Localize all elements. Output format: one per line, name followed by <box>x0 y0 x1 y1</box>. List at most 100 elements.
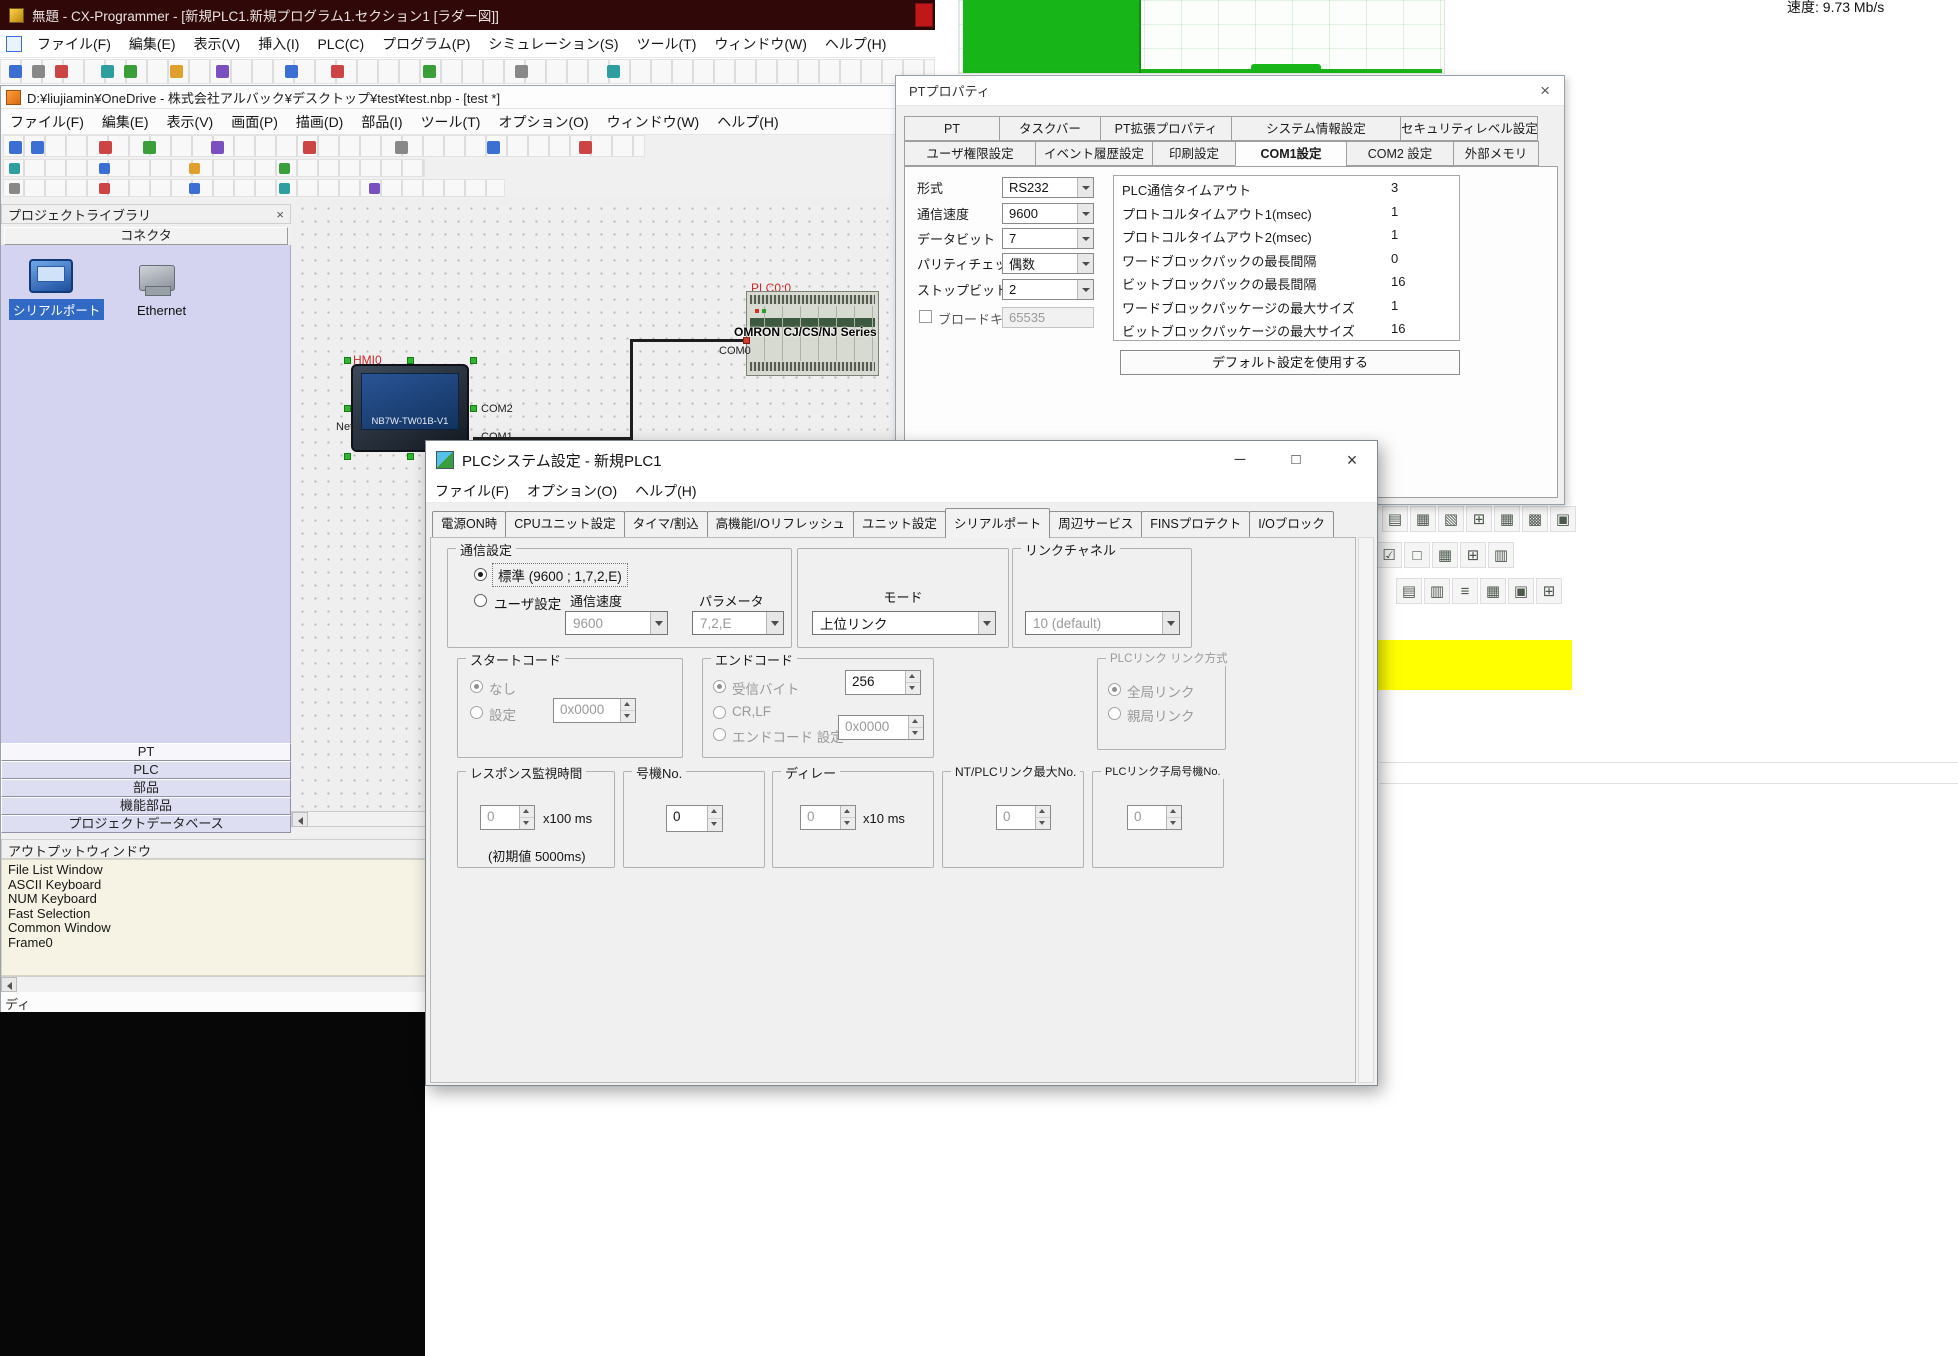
cx-programmer-titlebar[interactable]: 無題 - CX-Programmer - [新規PLC1.新規プログラム1.セク… <box>0 0 935 30</box>
tab-peripheral-service[interactable]: 周辺サービス <box>1049 511 1142 537</box>
close-icon[interactable]: × <box>1330 441 1374 479</box>
cx-menu-item[interactable]: 編集(E) <box>120 34 185 54</box>
toolbar-icon[interactable] <box>395 141 408 154</box>
output-line[interactable]: Frame0 <box>8 936 419 951</box>
nb-menu-item[interactable]: 画面(P) <box>222 112 287 132</box>
toolbar-icon[interactable] <box>216 65 229 78</box>
received-bytes-radio[interactable] <box>713 680 726 693</box>
all-node-link-radio[interactable] <box>1108 683 1121 696</box>
format-dropdown[interactable]: 7,2,E <box>692 611 784 635</box>
chevron-down-icon[interactable] <box>978 612 995 634</box>
nb-toolbar-row1[interactable] <box>3 135 645 157</box>
nb-menu-item[interactable]: オプション(O) <box>489 112 597 132</box>
toolbar-icon[interactable] <box>369 183 380 194</box>
toolbar-icon[interactable] <box>331 65 344 78</box>
end-code-set-radio[interactable] <box>713 728 726 741</box>
toolbar-icon[interactable] <box>607 65 620 78</box>
tab-print[interactable]: 印刷設定 <box>1152 141 1236 166</box>
spin-up-icon[interactable] <box>1167 806 1181 818</box>
nb-menu-item[interactable]: 部品(I) <box>352 112 411 132</box>
spin-down-icon[interactable] <box>906 683 920 694</box>
mode-dropdown[interactable]: 上位リンク <box>812 611 996 635</box>
minimize-icon[interactable]: ─ <box>1218 441 1262 479</box>
cx-menu-item[interactable]: プログラム(P) <box>373 34 479 54</box>
spin-up-icon[interactable] <box>520 806 534 818</box>
toolbar-icon[interactable] <box>55 65 68 78</box>
toolbar-icon[interactable]: ▦ <box>1410 506 1436 532</box>
start-code-set-radio[interactable] <box>470 706 483 719</box>
cx-menu-item[interactable]: ファイル(F) <box>28 34 120 54</box>
toolbar-icon[interactable]: □ <box>1404 542 1430 568</box>
chevron-down-icon[interactable] <box>1077 280 1093 299</box>
cx-toolbar[interactable] <box>0 59 935 84</box>
link-channel-dropdown[interactable]: 10 (default) <box>1025 611 1180 635</box>
nb-menu-item[interactable]: 表示(V) <box>158 112 223 132</box>
toolbar-icon[interactable] <box>515 65 528 78</box>
toolbar-icon[interactable]: ▩ <box>1522 506 1548 532</box>
chevron-down-icon[interactable] <box>1077 229 1093 248</box>
toolbar-icon[interactable] <box>170 65 183 78</box>
hmi-device[interactable]: NB7W-TW01B-V1 <box>351 364 469 452</box>
standard-radio[interactable] <box>474 568 487 581</box>
selection-handle[interactable] <box>407 453 414 460</box>
pt-titlebar[interactable]: PTプロパティ × <box>896 76 1564 106</box>
cx-menu-item[interactable]: PLC(C) <box>308 36 373 52</box>
tab-pt-extended[interactable]: PT拡張プロパティ <box>1100 116 1232 141</box>
console-window[interactable] <box>0 1012 425 1356</box>
toolbar-icon[interactable]: ☑ <box>1376 542 1402 568</box>
close-icon[interactable]: × <box>276 207 284 222</box>
start-code-spinner[interactable]: 0x0000 <box>553 698 636 723</box>
cx-menu-item[interactable]: ウィンドウ(W) <box>705 34 816 54</box>
project-library-header[interactable]: プロジェクトライブラリ × <box>1 204 291 224</box>
output-line[interactable]: ASCII Keyboard <box>8 878 419 893</box>
toolbar-icon[interactable]: ⊞ <box>1536 578 1562 604</box>
dialog-vertical-scrollbar[interactable] <box>1358 537 1374 1083</box>
toolbar-icon[interactable]: ▦ <box>1480 578 1506 604</box>
use-default-settings-button[interactable]: デフォルト設定を使用する <box>1120 350 1460 375</box>
toolbar-icon[interactable]: ▦ <box>1494 506 1520 532</box>
start-code-none-radio[interactable] <box>470 680 483 693</box>
tab-cpu-unit[interactable]: CPUユニット設定 <box>505 511 624 537</box>
connection-wire[interactable] <box>630 339 749 342</box>
field-dropdown[interactable]: RS232 <box>1002 177 1094 198</box>
spin-down-icon[interactable] <box>909 728 923 739</box>
library-panel-tab[interactable]: PT <box>1 743 291 761</box>
parameter-row[interactable]: ワードブロックパッケージの最大サイズ 1 <box>1114 294 1459 318</box>
output-line[interactable]: NUM Keyboard <box>8 892 419 907</box>
baud-rate-dropdown[interactable]: 9600 <box>565 611 668 635</box>
selection-handle[interactable] <box>344 453 351 460</box>
output-line[interactable]: Common Window <box>8 921 419 936</box>
close-icon[interactable]: × <box>1540 81 1550 101</box>
toolbar-icon[interactable] <box>9 183 20 194</box>
cx-menu-item[interactable]: ツール(T) <box>627 34 705 54</box>
spin-down-icon[interactable] <box>1167 818 1181 829</box>
nb-menu-item[interactable]: 描画(D) <box>287 112 352 132</box>
crlf-radio[interactable] <box>713 706 726 719</box>
toolbar-icon[interactable] <box>143 141 156 154</box>
toolbar-icon[interactable] <box>303 141 316 154</box>
tab-user-permission[interactable]: ユーザ権限設定 <box>904 141 1036 166</box>
toolbar-icon[interactable]: ▦ <box>1432 542 1458 568</box>
scroll-left-icon[interactable] <box>1 977 17 992</box>
nb-menu-item[interactable]: 編集(E) <box>93 112 158 132</box>
toolbar-icon[interactable] <box>99 183 110 194</box>
spin-up-icon[interactable] <box>1036 806 1050 818</box>
nb-menu-item[interactable]: ヘルプ(H) <box>708 112 787 132</box>
spin-up-icon[interactable] <box>621 699 635 711</box>
parameter-row[interactable]: PLC通信タイムアウト 3 <box>1114 176 1459 200</box>
chevron-down-icon[interactable] <box>1077 204 1093 223</box>
plc-link-slave-spinner[interactable]: 0 <box>1127 805 1182 830</box>
toolbar-icon[interactable] <box>101 65 114 78</box>
nb-toolbar-row2[interactable] <box>3 159 425 177</box>
toolbar-icon[interactable] <box>279 183 290 194</box>
end-code-spinner[interactable]: 0x0000 <box>838 715 924 740</box>
tab-sio-refresh[interactable]: 高機能I/Oリフレッシュ <box>707 511 854 537</box>
tab-security-level[interactable]: セキュリティレベル設定 <box>1400 116 1538 141</box>
field-dropdown[interactable]: 偶数 <box>1002 253 1094 274</box>
record-stop-button[interactable] <box>915 3 933 27</box>
library-panel-tab[interactable]: 機能部品 <box>1 797 291 815</box>
library-panel-tab[interactable]: プロジェクトデータベース <box>1 815 291 833</box>
tab-fins-protect[interactable]: FINSプロテクト <box>1141 511 1250 537</box>
plc-menu-item[interactable]: ヘルプ(H) <box>626 481 705 501</box>
nb-toolbar-row3[interactable] <box>3 179 505 197</box>
